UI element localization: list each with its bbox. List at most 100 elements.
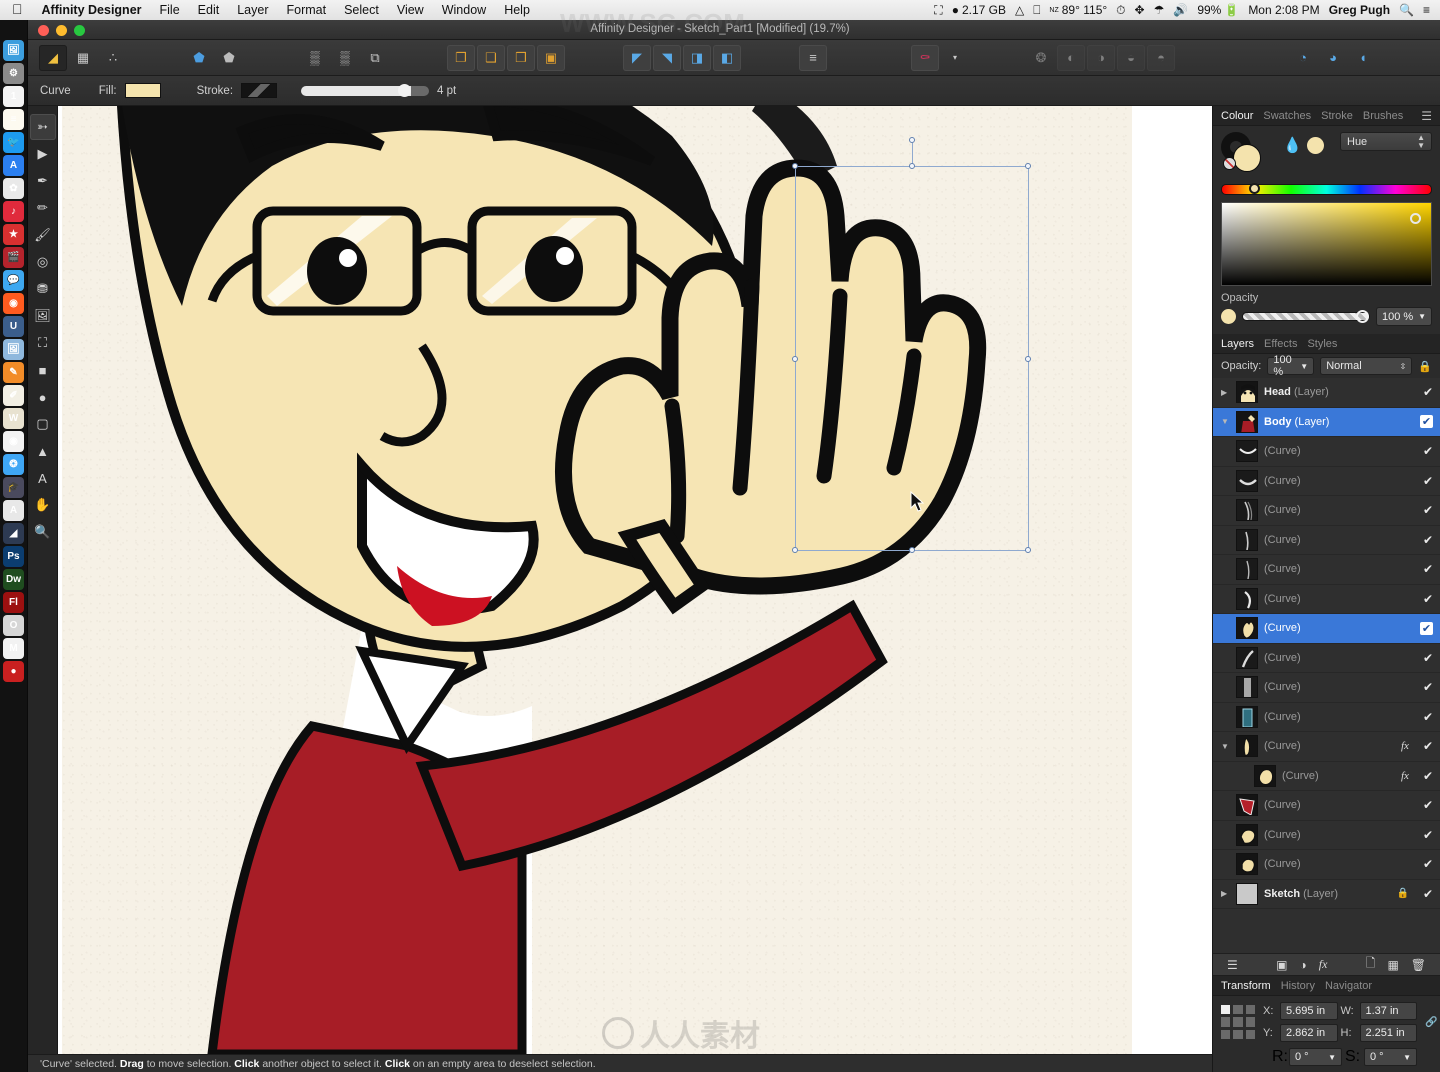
layer-visibility-checkbox[interactable]: ✔ [1423, 562, 1433, 576]
no-colour-icon[interactable] [1223, 157, 1236, 170]
layer-visibility-checkbox[interactable]: ✔ [1423, 857, 1433, 871]
word-icon[interactable]: W [3, 408, 24, 429]
fill-tool[interactable]: ⛃ [30, 276, 56, 302]
chevron-down-icon[interactable]: ▼ [1403, 1053, 1411, 1062]
assist-icon[interactable]: ● [3, 661, 24, 682]
layer-row[interactable]: (Curve) ✔ [1213, 526, 1440, 555]
mask-icon[interactable]: ▣ [1270, 958, 1293, 972]
layer-visibility-checkbox[interactable]: ✔ [1423, 533, 1433, 547]
handle-bottom-left[interactable] [792, 547, 798, 553]
keynote-icon[interactable]: ★ [3, 224, 24, 245]
menu-item-file[interactable]: File [151, 3, 189, 17]
layer-row[interactable]: (Curve) ✔ [1213, 555, 1440, 585]
opera-icon[interactable]: O [3, 615, 24, 636]
layer-visibility-checkbox[interactable]: ✔ [1423, 769, 1433, 783]
layer-row[interactable]: (Curve) ✔ [1213, 437, 1440, 467]
tab-swatches[interactable]: Swatches [1263, 110, 1311, 122]
user-name-label[interactable]: Greg Pugh [1329, 3, 1390, 17]
movies-icon[interactable]: 🎬 [3, 247, 24, 268]
rotate-left-button[interactable]: ◨ [683, 44, 711, 71]
affinity-designer-icon[interactable]: ◢ [3, 523, 24, 544]
boolean-add-button[interactable]: ◐ [1057, 44, 1085, 71]
layer-visibility-checkbox[interactable]: ✔ [1420, 415, 1433, 429]
layer-visibility-checkbox[interactable]: ✔ [1423, 798, 1433, 812]
rounded-rectangle-tool[interactable]: ▢ [30, 411, 56, 437]
tab-colour[interactable]: Colour [1221, 110, 1253, 122]
geometry-button[interactable]: ❂ [1027, 45, 1055, 71]
chrome-icon[interactable]: ◉ [3, 431, 24, 452]
lock-icon[interactable]: 🔒 [1418, 360, 1432, 373]
itunes-icon[interactable]: ♪ [3, 201, 24, 222]
mamp-icon[interactable]: M [3, 638, 24, 659]
stroke-width-slider[interactable] [301, 83, 430, 97]
place-image-tool[interactable]: 🖼 [30, 303, 56, 329]
disclosure-triangle-icon[interactable]: ▼ [1221, 742, 1230, 751]
acrobat-icon[interactable]: A [3, 500, 24, 521]
colour-mode-dropdown[interactable]: Hue ▲ ▼ [1340, 132, 1432, 151]
hue-slider-knob[interactable] [1249, 183, 1261, 194]
anchor-point-selector[interactable] [1221, 1005, 1255, 1039]
pan-tool[interactable]: ✋ [30, 492, 56, 518]
drive-status[interactable]: ● 2.17 GB [952, 3, 1006, 17]
fx-icon[interactable]: fx [1313, 957, 1334, 972]
tab-transform[interactable]: Transform [1221, 980, 1271, 992]
layer-visibility-checkbox[interactable]: ✔ [1423, 474, 1433, 488]
tab-navigator[interactable]: Navigator [1325, 980, 1372, 992]
node-tool[interactable]: ▶ [30, 141, 56, 167]
system-preferences-icon[interactable]: ⚙ [3, 63, 24, 84]
flip-horizontal-button[interactable]: ◤ [623, 44, 651, 71]
anchor-tm[interactable] [1233, 1005, 1243, 1015]
fill-stroke-selector[interactable] [1221, 132, 1273, 174]
safari-icon[interactable]: ❂ [3, 454, 24, 475]
layer-opacity-field[interactable]: 100 % ▼ [1267, 354, 1315, 378]
anchor-bm[interactable] [1233, 1029, 1243, 1039]
canvas-area[interactable]: 人人素材 [58, 106, 1212, 1054]
wifi-icon[interactable]: ☂ [1154, 3, 1165, 17]
menu-item-edit[interactable]: Edit [189, 3, 229, 17]
affinity-persona-button[interactable]: ◢ [39, 44, 67, 71]
layer-row[interactable]: ▶ Head (Layer) ✔ [1213, 378, 1440, 408]
layer-row[interactable]: ▼ (Curve) fx ✔ [1213, 732, 1440, 762]
export-persona-button[interactable]: ∴ [99, 45, 127, 71]
menu-app-name[interactable]: Affinity Designer [33, 3, 151, 17]
chevron-down-icon[interactable]: ▼ [1418, 312, 1426, 321]
photoshop-icon[interactable]: Ps [3, 546, 24, 567]
layer-row[interactable]: (Curve) ✔ [1213, 496, 1440, 526]
menu-item-layer[interactable]: Layer [228, 3, 277, 17]
time-machine-icon[interactable]: ⏱ [1116, 3, 1125, 18]
trash-icon[interactable]: 🗑 [1405, 958, 1432, 972]
chevron-down-icon[interactable]: ▼ [1328, 1053, 1336, 1062]
pages-icon[interactable]: ✎ [3, 362, 24, 383]
tab-history[interactable]: History [1281, 980, 1315, 992]
calendar-icon[interactable]: 1 [3, 86, 24, 107]
opacity-slider-knob[interactable] [1356, 310, 1369, 323]
chevron-updown-icon[interactable]: ⇳ [1396, 362, 1407, 371]
layer-stack-icon[interactable]: ☰ [1221, 958, 1244, 972]
tab-effects[interactable]: Effects [1264, 338, 1297, 350]
layer-list[interactable]: ▶ Head (Layer) ✔ ▼ Body (Layer) ✔ (Curve) ✔ (Cur… [1213, 378, 1440, 953]
reddit-icon[interactable]: ◉ [3, 293, 24, 314]
display-icon[interactable]: ⎕ [1033, 3, 1040, 18]
w-field[interactable]: 1.37 in [1359, 1002, 1417, 1020]
fx-badge-icon[interactable]: fx [1401, 740, 1409, 752]
triangle-tool[interactable]: ▲ [30, 438, 56, 464]
pen-tool[interactable]: ✒ [30, 168, 56, 194]
menu-item-window[interactable]: Window [433, 3, 495, 17]
new-layer-icon[interactable]: 🗋 [1360, 954, 1382, 975]
layer-visibility-checkbox[interactable]: ✔ [1423, 680, 1433, 694]
layer-row[interactable]: ▼ Body (Layer) ✔ [1213, 407, 1440, 437]
layer-visibility-checkbox[interactable]: ✔ [1423, 710, 1433, 724]
menu-item-format[interactable]: Format [278, 3, 336, 17]
snapping-magnet-button[interactable]: ⚰ [911, 44, 939, 71]
notes-icon[interactable]: ≡ [3, 109, 24, 130]
cloud-icon[interactable]: △ [1015, 3, 1024, 17]
handle-left-middle[interactable] [792, 355, 798, 362]
handle-top-right[interactable] [1025, 163, 1031, 169]
layer-visibility-checkbox[interactable]: ✔ [1423, 887, 1433, 901]
search-icon[interactable]: 🔍 [1399, 3, 1414, 17]
disclosure-triangle-icon[interactable]: ▶ [1221, 889, 1230, 898]
move-tool[interactable]: ➳ [29, 114, 56, 140]
chevron-down-icon[interactable]: ▼ [1296, 362, 1308, 371]
bluetooth-icon[interactable]: ✥ [1135, 3, 1145, 17]
layer-visibility-checkbox[interactable]: ✔ [1423, 651, 1433, 665]
